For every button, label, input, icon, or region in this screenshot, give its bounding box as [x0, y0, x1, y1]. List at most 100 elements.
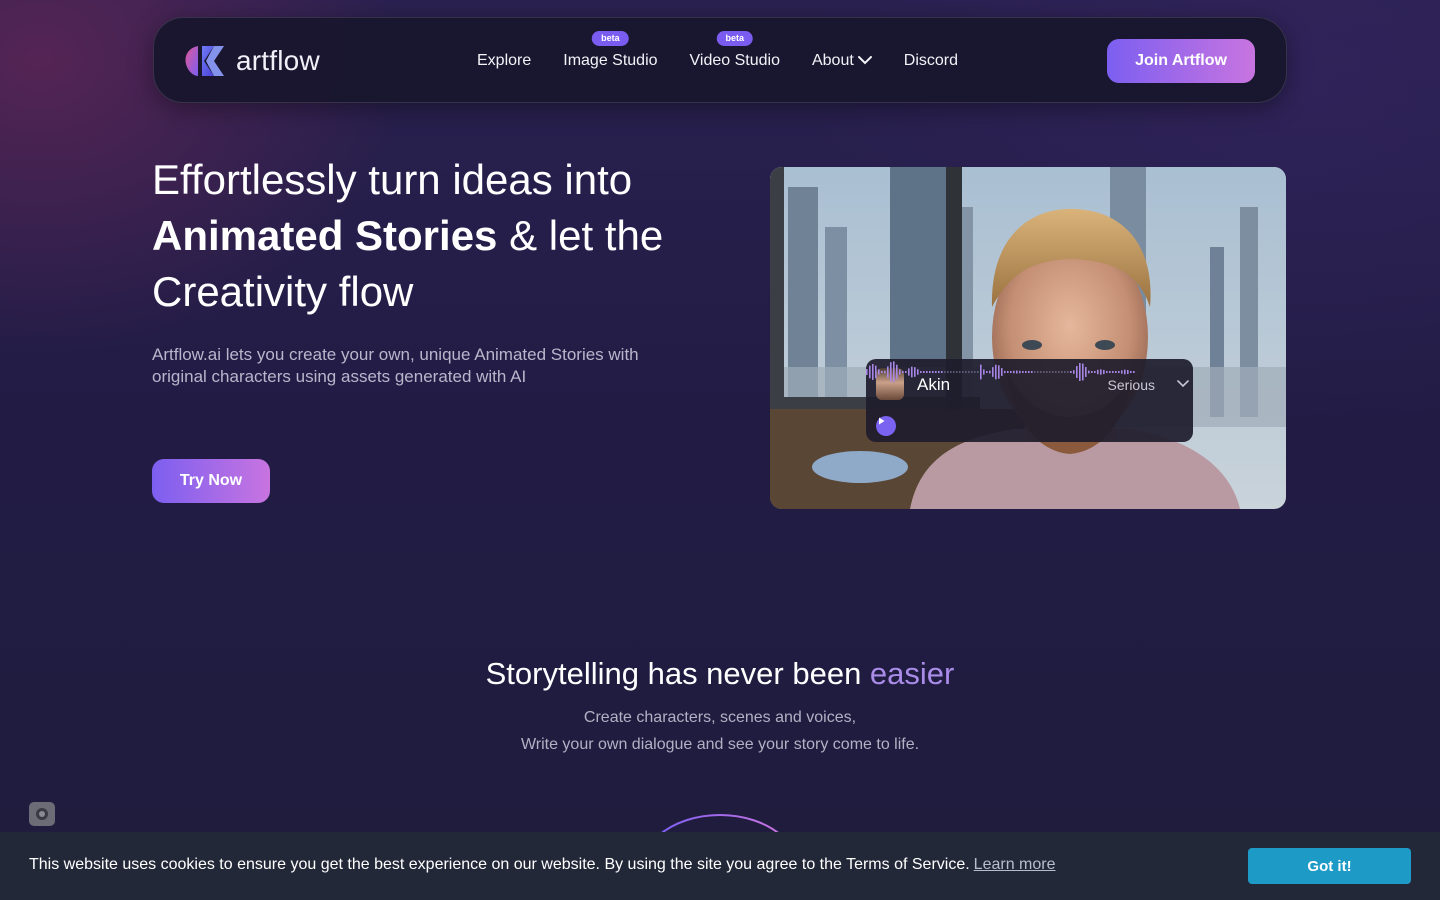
- waveform-bar: [1052, 371, 1054, 373]
- waveform-bar: [872, 364, 874, 380]
- waveform-bar: [878, 369, 880, 375]
- got-it-button[interactable]: Got it!: [1248, 848, 1411, 884]
- waveform-bar: [1088, 370, 1090, 374]
- artflow-logo-icon: [184, 44, 226, 78]
- waveform-bar: [1133, 371, 1135, 373]
- waveform-bar: [1076, 366, 1078, 378]
- nav-link-image-studio[interactable]: beta Image Studio: [563, 31, 658, 70]
- waveform-bar: [941, 371, 943, 373]
- waveform-bar: [923, 371, 925, 373]
- waveform-bar: [998, 365, 1000, 379]
- waveform-bar: [1067, 371, 1069, 373]
- waveform-bar: [1079, 363, 1081, 381]
- try-now-button[interactable]: Try Now: [152, 459, 270, 503]
- nav-link-discord[interactable]: Discord: [904, 52, 958, 70]
- waveform-bar: [902, 371, 904, 373]
- hero-description: Artflow.ai lets you create your own, uni…: [152, 345, 639, 386]
- beta-badge: beta: [716, 31, 754, 46]
- waveform-bar: [968, 371, 970, 373]
- cookie-text-row: This website uses cookies to ensure you …: [29, 856, 1056, 874]
- waveform-bar: [986, 371, 988, 373]
- waveform-bar: [1037, 371, 1039, 373]
- waveform-bar: [977, 371, 979, 373]
- nav-link-video-studio[interactable]: beta Video Studio: [689, 31, 780, 70]
- waveform-bar: [866, 369, 868, 375]
- nav-link-explore[interactable]: Explore: [477, 52, 531, 70]
- hero-title-bold: Animated Stories: [152, 212, 498, 259]
- waveform-bar: [1124, 369, 1126, 375]
- audio-waveform[interactable]: [866, 359, 1136, 385]
- nav-link-label: Discord: [903, 52, 959, 69]
- waveform-bar: [1034, 371, 1036, 373]
- artflow-logo[interactable]: artflow: [184, 44, 320, 78]
- waveform-bar: [1055, 371, 1057, 373]
- waveform-bar: [1016, 370, 1018, 374]
- waveform-bar: [1004, 370, 1006, 374]
- waveform-bar: [965, 371, 967, 373]
- join-artflow-button[interactable]: Join Artflow: [1107, 39, 1255, 83]
- waveform-bar: [1022, 371, 1024, 373]
- hero-video-preview[interactable]: Akin Serious: [770, 167, 1286, 509]
- waveform-bar: [1031, 371, 1033, 373]
- waveform-bar: [974, 371, 976, 373]
- waveform-bar: [989, 370, 991, 374]
- waveform-bar: [1082, 363, 1084, 381]
- waveform-bar: [1112, 371, 1114, 373]
- waveform-bar: [1010, 371, 1012, 373]
- waveform-bar: [1019, 370, 1021, 374]
- nav-link-label: Explore: [477, 52, 532, 69]
- waveform-bar: [1100, 369, 1102, 375]
- waveform-bar: [944, 371, 946, 373]
- nav-link-label: Image Studio: [563, 52, 658, 69]
- voice-card: Akin Serious: [866, 359, 1193, 442]
- waveform-bar: [1040, 371, 1042, 373]
- waveform-bar: [920, 371, 922, 373]
- cookie-message: This website uses cookies to ensure you …: [29, 856, 970, 873]
- nav-link-label: Video Studio: [689, 52, 780, 69]
- waveform-bar: [1025, 371, 1027, 373]
- waveform-bar: [881, 371, 883, 373]
- waveform-bar: [962, 371, 964, 373]
- nav-link-about[interactable]: About: [812, 52, 872, 70]
- nav-link-label: About: [811, 52, 854, 69]
- waveform-bar: [1073, 370, 1075, 374]
- waveform-bar: [1097, 369, 1099, 375]
- waveform-bar: [1061, 371, 1063, 373]
- waveform-bar: [1049, 371, 1051, 373]
- hero-title-mid: & let the: [497, 212, 664, 259]
- waveform-bar: [884, 370, 886, 374]
- section-title-accent: easier: [869, 656, 955, 691]
- beta-badge: beta: [592, 31, 629, 46]
- waveform-bar: [932, 371, 934, 373]
- waveform-bar: [1028, 371, 1030, 373]
- waveform-bar: [875, 365, 877, 379]
- waveform-bar: [887, 366, 889, 378]
- waveform-bar: [950, 371, 952, 373]
- waveform-bar: [1013, 370, 1015, 374]
- waveform-bar: [908, 368, 910, 376]
- waveform-bar: [929, 371, 931, 373]
- waveform-bar: [926, 371, 928, 373]
- waveform-bar: [1085, 367, 1087, 377]
- waveform-bar: [893, 361, 895, 383]
- waveform-bar: [1064, 371, 1066, 373]
- section-subtitle-line1: Create characters, scenes and voices,: [583, 709, 857, 726]
- waveform-bar: [1091, 371, 1093, 373]
- waveform-bar: [1043, 371, 1045, 373]
- waveform-bar: [1130, 371, 1132, 373]
- waveform-bar: [971, 371, 973, 373]
- waveform-bar: [911, 366, 913, 378]
- waveform-bar: [938, 371, 940, 373]
- logo-text: artflow: [236, 45, 320, 76]
- waveform-bar: [947, 371, 949, 373]
- waveform-bar: [869, 365, 871, 379]
- waveform-bar: [1118, 371, 1120, 373]
- nav-links: Explore beta Image Studio beta Video Stu…: [477, 18, 958, 104]
- learn-more-link[interactable]: Learn more: [974, 856, 1056, 873]
- cookie-banner: This website uses cookies to ensure you …: [0, 832, 1440, 900]
- waveform-bar: [980, 364, 982, 380]
- chat-widget-icon[interactable]: [29, 802, 55, 826]
- play-icon[interactable]: [876, 416, 896, 436]
- waveform-bar: [1046, 371, 1048, 373]
- waveform-bar: [1007, 371, 1009, 373]
